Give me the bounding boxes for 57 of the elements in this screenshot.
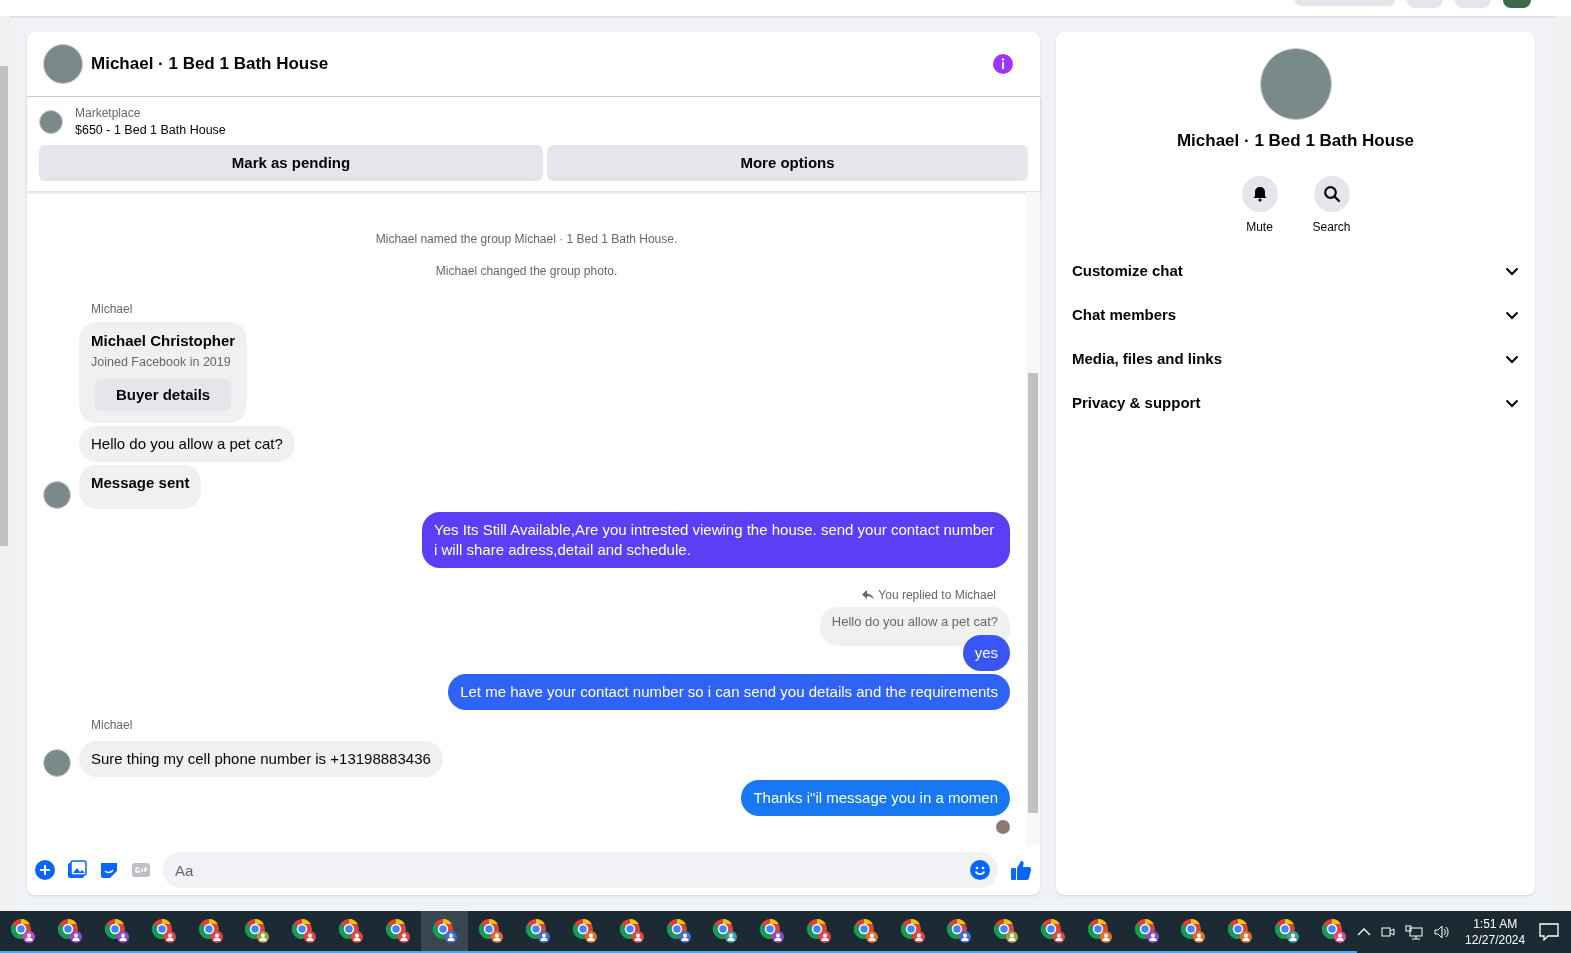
scrollbar-thumb[interactable]: [0, 66, 8, 546]
message-bubble: Yes Its Still Available,Are you intrested viewing the house. send your contact number i will share adress,detail and schedule.: [422, 512, 1010, 569]
reply-icon: [862, 590, 875, 601]
action-button[interactable]: More options: [547, 145, 1028, 181]
buyer-details-button[interactable]: Buyer details: [95, 379, 232, 412]
message-bubble: Sure thing my cell phone number is +13198883436: [79, 740, 443, 777]
message-bubble: yes: [962, 634, 1010, 671]
chevron-down-icon: [1505, 399, 1519, 408]
message-bubble: Hello do you allow a pet cat?: [79, 426, 295, 463]
clock[interactable]: 1:51 AM 12/27/2024: [1461, 916, 1530, 948]
photo-placeholder: [39, 110, 63, 134]
bell-button[interactable]: [1241, 175, 1278, 212]
quoted-message: Hello do you allow a pet cat?: [819, 607, 1010, 646]
plus-icon[interactable]: [35, 860, 55, 880]
system-message: Michael changed the group photo.: [435, 263, 618, 280]
photo-placeholder: [43, 44, 83, 84]
message-bubble: Message sent: [79, 465, 202, 510]
network-icon[interactable]: [1405, 924, 1424, 940]
button-label: Search: [1312, 218, 1351, 236]
search-icon: [1322, 184, 1341, 203]
scrollbar-thumb[interactable]: [1028, 373, 1038, 813]
button-label: Mute: [1246, 218, 1273, 236]
conversation-title: Michael · 1 Bed 1 Bath House: [1176, 130, 1415, 152]
section-row[interactable]: Media, files and links: [1064, 337, 1527, 382]
message-bubble: Let me have your contact number so i can send you details and the requirements: [448, 673, 1010, 710]
section-row[interactable]: Chat members: [1064, 293, 1527, 338]
listing-source: Marketplace: [75, 105, 142, 121]
chevron-down-icon: [1505, 267, 1519, 276]
scrollbar-track[interactable]: [1555, 16, 1571, 911]
info-icon[interactable]: [992, 53, 1014, 75]
emoji-icon[interactable]: [970, 860, 990, 880]
seen-avatar: [996, 819, 1010, 834]
search-button[interactable]: [1313, 175, 1350, 212]
camera-icon[interactable]: [1381, 924, 1396, 940]
sender-name: Michael: [91, 716, 134, 734]
section-row[interactable]: Privacy & support: [1064, 381, 1527, 426]
speaker-icon[interactable]: [1433, 924, 1452, 940]
message-input[interactable]: Aa: [163, 852, 998, 888]
action-button[interactable]: Mark as pending: [39, 145, 543, 181]
browser-taskbar-icon[interactable]: [421, 911, 468, 953]
avatar-icon[interactable]: [1503, 0, 1531, 8]
section-row[interactable]: Customize chat: [1064, 249, 1527, 294]
chevron-down-icon: [1505, 311, 1519, 320]
profile-detail: Joined Facebook in 2019: [91, 353, 232, 371]
listing-summary: $650 - 1 Bed 1 Bath House: [75, 122, 226, 139]
profile-name: Michael Christopher: [91, 331, 236, 351]
chevron-up-icon[interactable]: [1357, 927, 1372, 937]
image-icon[interactable]: [67, 860, 87, 880]
reply-label: You replied to Michael: [878, 587, 996, 605]
system-message: Michael named the group Michael · 1 Bed 1 Bath House.: [375, 231, 678, 248]
sender-name: Michael: [91, 301, 134, 318]
chat-title: Michael · 1 Bed 1 Bath House: [91, 53, 330, 76]
notification-icon[interactable]: [1539, 923, 1560, 941]
thumbs-up-icon[interactable]: [1010, 859, 1032, 881]
sticker-icon[interactable]: [99, 860, 119, 880]
chevron-down-icon: [1505, 355, 1519, 364]
message-bubble: Thanks i"il message you in a momen: [741, 779, 1010, 816]
